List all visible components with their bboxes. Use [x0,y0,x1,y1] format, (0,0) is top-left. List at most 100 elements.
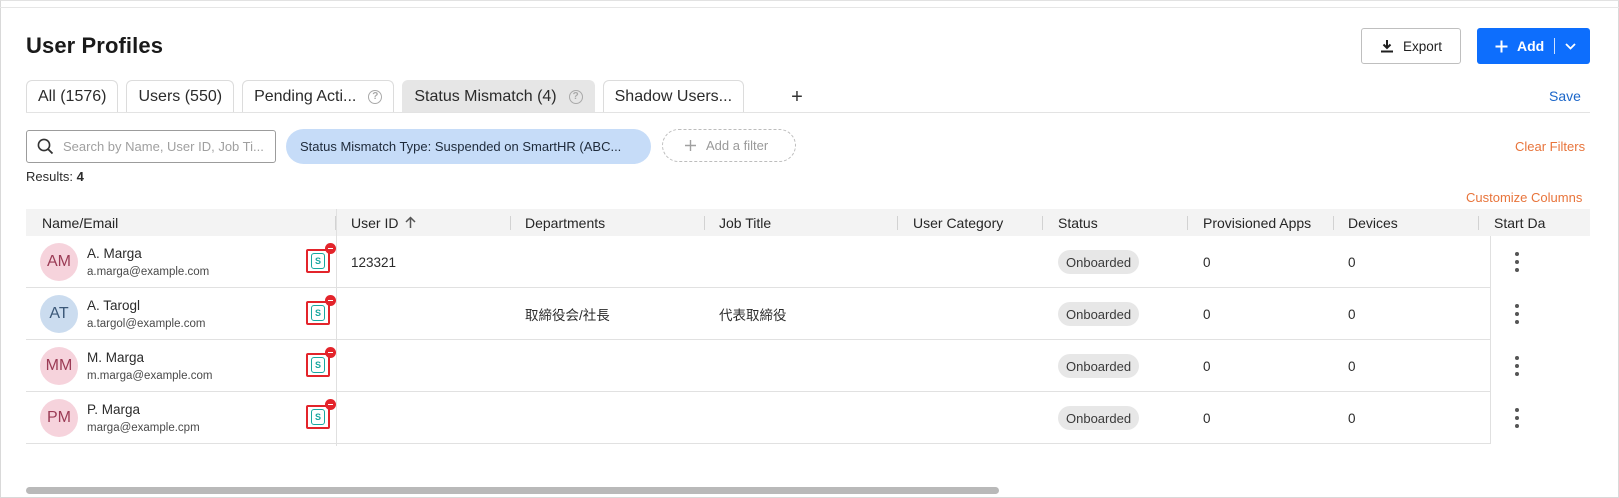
search-icon [37,138,54,155]
minus-circle-icon [325,295,336,306]
tab-label: All (1576) [38,88,107,105]
tab-users[interactable]: Users (550) [126,80,235,113]
search-box[interactable] [26,130,276,163]
arrow-up-icon [405,216,416,229]
app-glyph: S [311,357,325,373]
column-header-start-date[interactable]: Start Da [1494,209,1545,236]
user-name[interactable]: A. Marga [87,246,142,261]
add-filter-button[interactable]: Add a filter [662,129,796,162]
column-label: User Category [913,214,1004,231]
table-header: Name/Email User ID Departments Job Title… [26,209,1590,236]
column-header-status[interactable]: Status [1058,209,1098,236]
avatar: AM [40,243,78,281]
user-email: marga@example.cpm [87,422,200,434]
help-icon[interactable]: ? [568,90,583,104]
tab-label: Shadow Users... [614,88,733,105]
column-header-provisioned-apps[interactable]: Provisioned Apps [1203,209,1311,236]
filter-chip-label: Status Mismatch Type: Suspended on Smart… [300,139,622,154]
help-icon[interactable]: ? [368,90,383,104]
cell-devices: 0 [1348,410,1356,426]
cell-status: Onboarded [1058,392,1140,444]
table-row[interactable]: MM M. Marga m.marga@example.com S Onboar… [26,340,1590,392]
results-label: Results: [26,169,73,184]
minus-circle-icon [325,399,336,410]
cell-user-id: 123321 [351,254,397,270]
more-vertical-icon[interactable] [1514,304,1520,324]
column-divider[interactable] [1478,216,1479,230]
column-divider[interactable] [897,216,898,230]
save-view-link[interactable]: Save [1549,88,1581,104]
results-value: 4 [76,169,84,184]
column-label: Status [1058,214,1098,231]
column-header-devices[interactable]: Devices [1348,209,1398,236]
status-badge: Onboarded [1058,250,1140,274]
tab-pending-actions[interactable]: Pending Acti...? [242,80,395,113]
more-vertical-icon[interactable] [1514,356,1520,376]
column-label: User ID [351,214,399,231]
row-actions-cell [1490,236,1590,288]
download-icon [1380,39,1394,53]
column-label: Job Title [719,214,772,231]
add-button-label: Add [1517,38,1545,54]
sticky-column-divider [336,209,337,446]
column-divider[interactable] [1187,216,1188,230]
row-actions-cell [1490,392,1590,444]
table-row[interactable]: AM A. Marga a.marga@example.com S 123321… [26,236,1590,288]
horizontal-scrollbar[interactable] [26,487,999,494]
user-name[interactable]: M. Marga [87,350,144,365]
minus-circle-icon [325,243,336,254]
tab-status-mismatch[interactable]: Status Mismatch (4)? [402,80,595,113]
tab-shadow-users[interactable]: Shadow Users... [602,80,745,113]
avatar: AT [40,295,78,333]
cell-provisioned-apps: 0 [1203,358,1211,374]
cell-job-title: 代表取締役 [719,308,787,323]
column-header-departments[interactable]: Departments [525,209,605,236]
user-name[interactable]: A. Tarogl [87,298,140,313]
app-glyph: S [311,305,325,321]
cell-department: 取締役会/社長 [525,308,610,323]
cell-provisioned-apps: 0 [1203,254,1211,270]
users-table: Name/Email User ID Departments Job Title… [26,209,1590,446]
search-input[interactable] [63,139,273,154]
table-row[interactable]: AT A. Tarogl a.targol@example.com S 取締役会… [26,288,1590,340]
minus-circle-icon [325,347,336,358]
column-header-job-title[interactable]: Job Title [719,209,771,236]
clear-filters-link[interactable]: Clear Filters [1515,139,1585,154]
column-header-user-category[interactable]: User Category [913,209,1003,236]
plus-icon [685,140,696,151]
column-label: Provisioned Apps [1203,214,1312,231]
user-email: m.marga@example.com [87,370,213,382]
table-row[interactable]: PM P. Marga marga@example.cpm S Onboarde… [26,392,1590,444]
add-filter-label: Add a filter [706,138,769,153]
cell-status: Onboarded [1058,236,1140,288]
customize-columns-link[interactable]: Customize Columns [1466,190,1582,205]
chevron-down-icon[interactable] [1565,42,1576,50]
column-divider[interactable] [704,216,705,230]
active-filter-chip[interactable]: Status Mismatch Type: Suspended on Smart… [286,129,651,164]
page-title: User Profiles [26,33,164,58]
view-tabs: All (1576) Users (550) Pending Acti...? … [26,80,745,113]
column-divider[interactable] [1333,216,1334,230]
export-button-label: Export [1402,38,1443,54]
more-vertical-icon[interactable] [1514,408,1520,428]
add-button[interactable]: Add [1477,28,1590,64]
column-header-name-email[interactable]: Name/Email [42,209,118,236]
column-divider[interactable] [1042,216,1043,230]
user-name[interactable]: P. Marga [87,402,140,417]
column-header-user-id[interactable]: User ID [351,209,416,236]
cell-devices: 0 [1348,306,1356,322]
column-divider[interactable] [510,216,511,230]
app-glyph: S [311,409,325,425]
column-label: Start Da [1494,214,1546,231]
tab-label: Users (550) [138,88,223,105]
tab-all[interactable]: All (1576) [26,80,119,113]
avatar: MM [40,347,78,385]
add-tab-button[interactable]: + [786,84,808,110]
column-label: Name/Email [42,214,119,231]
more-vertical-icon[interactable] [1514,252,1520,272]
user-email: a.marga@example.com [87,266,210,278]
export-button[interactable]: Export [1361,28,1461,64]
user-email: a.targol@example.com [87,318,206,330]
cell-status: Onboarded [1058,340,1140,392]
plus-icon [1493,40,1509,53]
